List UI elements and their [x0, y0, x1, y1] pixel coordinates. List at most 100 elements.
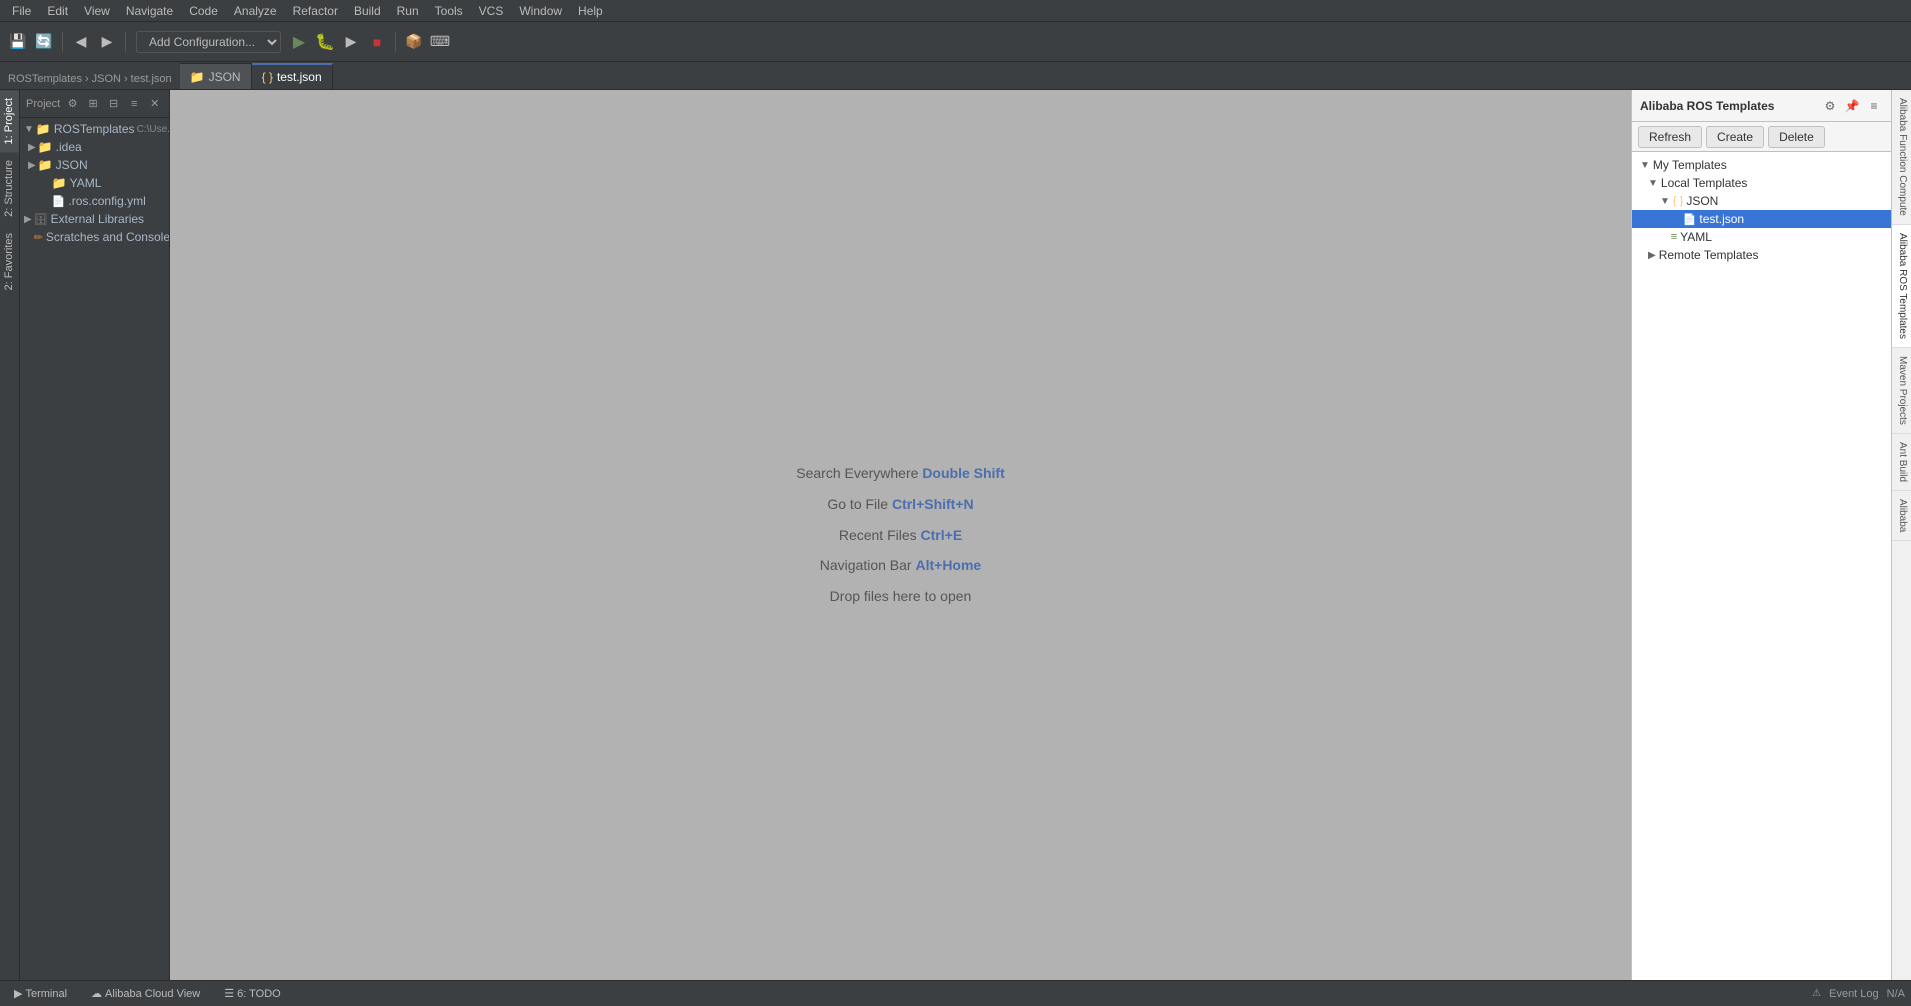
placeholder-line-3: Recent Files Ctrl+E	[796, 520, 1005, 551]
rvtab-function-compute[interactable]: Alibaba Function Compute	[1892, 90, 1911, 225]
placeholder-line-1: Search Everywhere Double Shift	[796, 458, 1005, 489]
right-panel-toolbar: Refresh Create Delete	[1632, 122, 1891, 152]
terminal-label: Terminal	[25, 988, 67, 1000]
right-vtabs: Alibaba Function Compute Alibaba ROS Tem…	[1891, 90, 1911, 980]
rvtab-maven[interactable]: Maven Projects	[1892, 348, 1911, 434]
right-panel-title: Alibaba ROS Templates	[1640, 99, 1817, 113]
editor-area: Search Everywhere Double Shift Go to Fil…	[170, 90, 1631, 980]
vtab-project[interactable]: 1: Project	[0, 90, 19, 152]
toolbar-separator-2	[125, 32, 126, 52]
rtree-my-templates[interactable]: ▼ My Templates	[1632, 156, 1891, 174]
editor-placeholder: Search Everywhere Double Shift Go to Fil…	[796, 458, 1005, 612]
menu-run[interactable]: Run	[389, 2, 427, 20]
placeholder-text-4: Navigation Bar	[820, 557, 916, 573]
rtree-label-yaml: YAML	[1680, 230, 1712, 244]
vtab-structure[interactable]: 2: Structure	[0, 152, 19, 225]
sidebar-expand-button[interactable]: ⊞	[85, 95, 102, 113]
placeholder-text-5: Drop files here to open	[830, 588, 972, 604]
sidebar-close-button[interactable]: ✕	[146, 95, 163, 113]
tab-json[interactable]: 📁 JSON	[180, 63, 252, 89]
placeholder-line-5: Drop files here to open	[796, 581, 1005, 612]
file-icon-scratches: ✏	[34, 231, 43, 244]
folder-icon-yaml: 📁	[52, 176, 67, 190]
placeholder-shortcut-4: Alt+Home	[915, 557, 981, 573]
sidebar-settings-button[interactable]: ≡	[126, 95, 143, 113]
create-button[interactable]: Create	[1706, 126, 1764, 148]
tree-item-root[interactable]: ▼ 📁 ROSTemplates C:\Use...	[20, 120, 169, 138]
breadcrumb-sep1: ›	[85, 73, 89, 85]
right-panel: Alibaba ROS Templates ⚙ 📌 ≡ Refresh Crea…	[1631, 90, 1891, 980]
forward-button[interactable]: ▶	[95, 30, 119, 54]
menu-help[interactable]: Help	[570, 2, 611, 20]
rtree-test-json[interactable]: ▶ 📄 test.json	[1632, 210, 1891, 228]
rtree-json-folder-icon: { }	[1673, 195, 1683, 207]
tab-test-json-icon: { }	[262, 70, 273, 84]
event-log-label[interactable]: Event Log	[1829, 988, 1879, 1000]
debug-button[interactable]: 🐛	[313, 30, 337, 54]
rtree-yaml-icon: ≡	[1671, 231, 1677, 243]
run-button[interactable]: ▶	[287, 30, 311, 54]
build-artifact-button[interactable]: 📦	[402, 30, 426, 54]
rtree-remote-templates[interactable]: ▶ Remote Templates	[1632, 246, 1891, 264]
sidebar-collapse-button[interactable]: ⊟	[105, 95, 122, 113]
menu-code[interactable]: Code	[181, 2, 226, 20]
rtree-yaml[interactable]: ▶ ≡ YAML	[1632, 228, 1891, 246]
menubar: File Edit View Navigate Code Analyze Ref…	[0, 0, 1911, 22]
tree-item-yaml[interactable]: ▶ 📁 YAML	[20, 174, 169, 192]
terminal-inline-button[interactable]: ⌨	[428, 30, 452, 54]
save-button[interactable]: 💾	[6, 30, 30, 54]
menu-window[interactable]: Window	[511, 2, 570, 20]
tab-test-json[interactable]: { } test.json	[252, 63, 333, 89]
back-button[interactable]: ◀	[69, 30, 93, 54]
menu-tools[interactable]: Tools	[427, 2, 471, 20]
sidebar-title: Project	[26, 98, 60, 110]
run-config-dropdown[interactable]: Add Configuration...	[136, 31, 281, 53]
sync-button[interactable]: 🔄	[32, 30, 56, 54]
tree-label-ros-config: .ros.config.yml	[68, 194, 145, 208]
panel-gear-button[interactable]: ≡	[1865, 97, 1883, 115]
menu-view[interactable]: View	[76, 2, 118, 20]
refresh-button[interactable]: Refresh	[1638, 126, 1702, 148]
bottom-tab-todo[interactable]: ☰ 6: TODO	[216, 985, 288, 1002]
rtree-local-templates[interactable]: ▼ Local Templates	[1632, 174, 1891, 192]
menu-vcs[interactable]: VCS	[471, 2, 512, 20]
bottom-tab-terminal[interactable]: ▶ Terminal	[6, 985, 75, 1002]
bottom-tab-cloud-view[interactable]: ☁ Alibaba Cloud View	[83, 985, 208, 1002]
tree-item-idea[interactable]: ▶ 📁 .idea	[20, 138, 169, 156]
delete-button[interactable]: Delete	[1768, 126, 1825, 148]
file-tabs-bar: ROSTemplates › JSON › test.json 📁 JSON {…	[0, 62, 1911, 90]
menu-navigate[interactable]: Navigate	[118, 2, 181, 20]
vtab-favorites[interactable]: 2: Favorites	[0, 225, 19, 298]
rtree-json-folder[interactable]: ▼ { } JSON	[1632, 192, 1891, 210]
breadcrumb-file[interactable]: test.json	[131, 73, 172, 85]
rtree-arrow-json: ▼	[1660, 196, 1670, 207]
breadcrumb-root[interactable]: ROSTemplates	[8, 73, 82, 85]
warning-icon: ⚠	[1812, 988, 1821, 999]
panel-settings-button[interactable]: ⚙	[1821, 97, 1839, 115]
rvtab-ros-templates[interactable]: Alibaba ROS Templates	[1892, 225, 1911, 348]
menu-build[interactable]: Build	[346, 2, 389, 20]
menu-analyze[interactable]: Analyze	[226, 2, 285, 20]
folder-icon-idea: 📁	[38, 140, 53, 154]
menu-refactor[interactable]: Refactor	[285, 2, 346, 20]
panel-pin-button[interactable]: 📌	[1843, 97, 1861, 115]
rvtab-ant-build[interactable]: Ant Build	[1892, 434, 1911, 491]
toolbar-separator-3	[395, 32, 396, 52]
tree-item-ros-config[interactable]: ▶ 📄 .ros.config.yml	[20, 192, 169, 210]
menu-edit[interactable]: Edit	[39, 2, 76, 20]
tree-item-json[interactable]: ▶ 📁 JSON	[20, 156, 169, 174]
tab-json-icon: 📁	[190, 70, 205, 84]
stop-button[interactable]: ■	[365, 30, 389, 54]
folder-icon-json: 📁	[38, 158, 53, 172]
breadcrumb-json[interactable]: JSON	[92, 73, 121, 85]
rtree-label-json-folder: JSON	[1686, 194, 1718, 208]
menu-file[interactable]: File	[4, 2, 39, 20]
cloud-icon: ☁	[91, 987, 102, 1000]
tree-item-scratches[interactable]: ▶ ✏ Scratches and Console	[20, 228, 169, 246]
tree-item-external-libs[interactable]: ▶ 🗄 External Libraries	[20, 210, 169, 228]
folder-icon-root: 📁	[36, 122, 51, 136]
bottom-bar: ▶ Terminal ☁ Alibaba Cloud View ☰ 6: TOD…	[0, 980, 1911, 1006]
rvtab-alibaba[interactable]: Alibaba	[1892, 491, 1911, 541]
sidebar-gear-button[interactable]: ⚙	[64, 95, 81, 113]
run-with-coverage-button[interactable]: ▶	[339, 30, 363, 54]
